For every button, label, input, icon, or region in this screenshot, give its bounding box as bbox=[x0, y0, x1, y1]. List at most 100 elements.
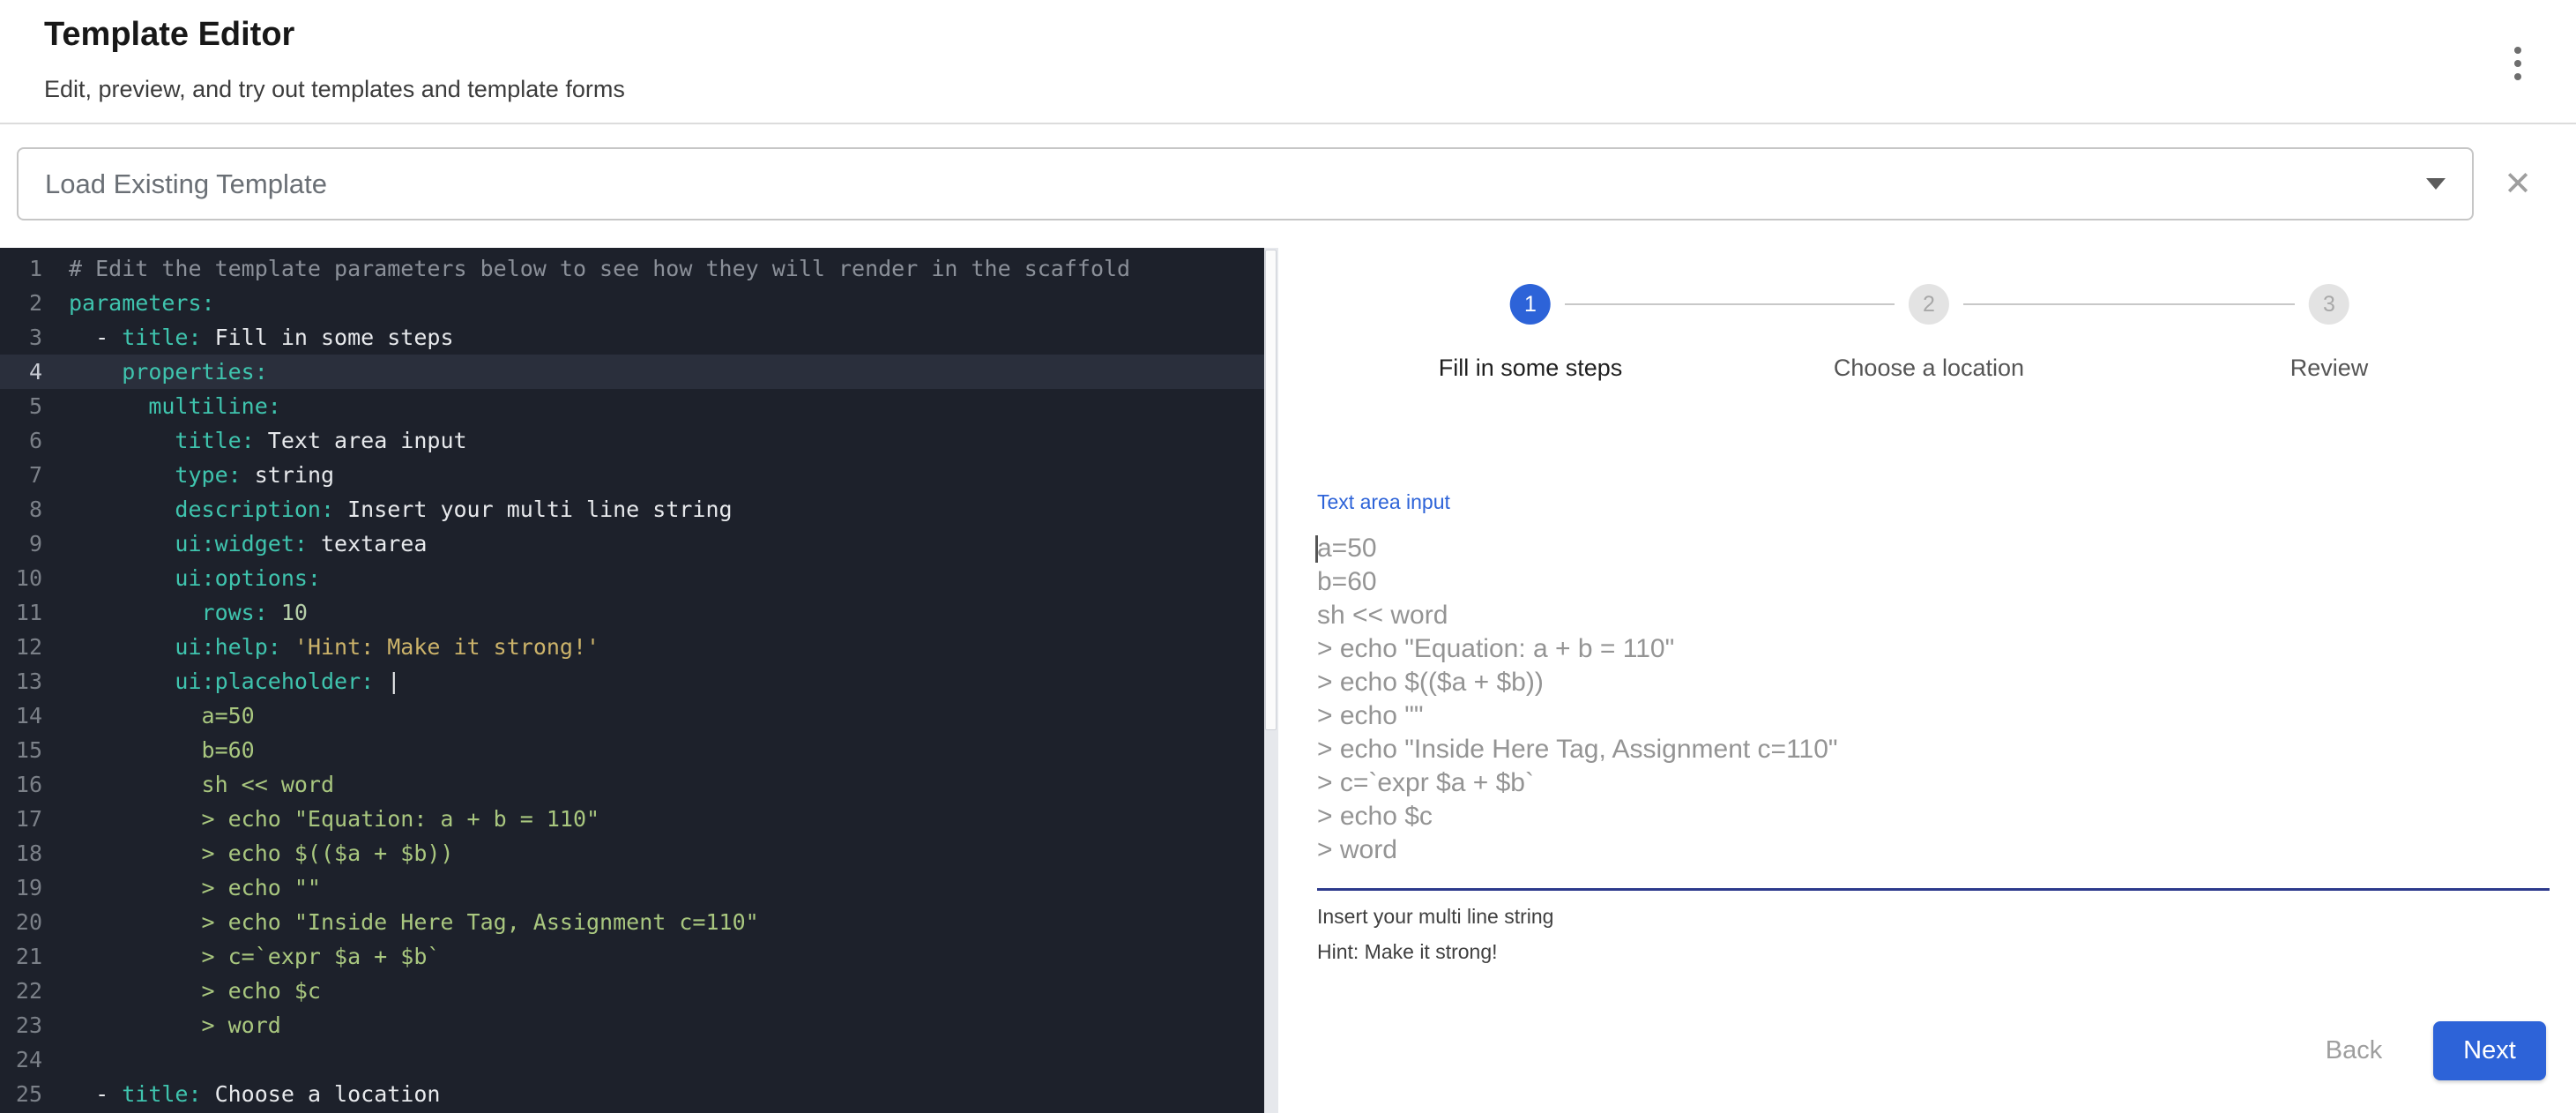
line-number: 16 bbox=[0, 767, 42, 802]
code-line: 20 > echo "Inside Here Tag, Assignment c… bbox=[0, 905, 1264, 939]
line-number: 2 bbox=[0, 286, 42, 320]
textarea-placeholder-line: > echo "Equation: a + b = 110" bbox=[1317, 632, 2550, 666]
editor-code: 1# Edit the template parameters below to… bbox=[0, 251, 1264, 1111]
line-number: 11 bbox=[0, 595, 42, 630]
line-number: 12 bbox=[0, 630, 42, 664]
code-line: 8 description: Insert your multi line st… bbox=[0, 492, 1264, 527]
code-text: sh << word bbox=[42, 767, 334, 802]
step-label: Review bbox=[2290, 355, 2369, 382]
code-line: 16 sh << word bbox=[0, 767, 1264, 802]
code-line: 10 ui:options: bbox=[0, 561, 1264, 595]
step-label: Choose a location bbox=[1834, 355, 2024, 382]
code-text: type: string bbox=[42, 458, 334, 492]
code-text bbox=[42, 1042, 69, 1077]
code-line: 6 title: Text area input bbox=[0, 423, 1264, 458]
code-text: b=60 bbox=[42, 733, 255, 767]
code-line: 17 > echo "Equation: a + b = 110" bbox=[0, 802, 1264, 836]
code-line: 12 ui:help: 'Hint: Make it strong!' bbox=[0, 630, 1264, 664]
stepper-step: 2 Choose a location bbox=[1834, 284, 2024, 382]
line-number: 10 bbox=[0, 561, 42, 595]
step-number-badge: 3 bbox=[2309, 284, 2349, 325]
code-text: > c=`expr $a + $b` bbox=[42, 939, 440, 974]
code-line: 7 type: string bbox=[0, 458, 1264, 492]
textarea-placeholder-line: > echo "Inside Here Tag, Assignment c=11… bbox=[1317, 733, 2550, 766]
editor-scrollbar bbox=[1264, 248, 1278, 1113]
textarea-placeholder-line: a=50 bbox=[1317, 532, 2550, 565]
code-line: 4 properties: bbox=[0, 355, 1264, 389]
editor-scrollbar-thumb[interactable] bbox=[1265, 250, 1277, 730]
back-button[interactable]: Back bbox=[2301, 1021, 2407, 1080]
line-number: 23 bbox=[0, 1008, 42, 1042]
line-number: 3 bbox=[0, 320, 42, 355]
code-line: 5 multiline: bbox=[0, 389, 1264, 423]
overflow-menu-icon[interactable] bbox=[2502, 37, 2534, 90]
stepper: 1Fill in some steps 2 Choose a location 3 Re… bbox=[1317, 284, 2548, 416]
textarea-placeholder-line: > echo $(($a + $b)) bbox=[1317, 666, 2550, 699]
stepper-step: 3 Review bbox=[2290, 284, 2369, 382]
line-number: 13 bbox=[0, 664, 42, 698]
code-text: multiline: bbox=[42, 389, 281, 423]
line-number: 9 bbox=[0, 527, 42, 561]
form-preview-pane: 1Fill in some steps 2 Choose a location 3 Re… bbox=[1278, 248, 2576, 1113]
textarea-placeholder-line: > echo "" bbox=[1317, 699, 2550, 733]
code-line: 11 rows: 10 bbox=[0, 595, 1264, 630]
field-hint: Hint: Make it strong! bbox=[1317, 940, 1498, 964]
code-line: 2parameters: bbox=[0, 286, 1264, 320]
textarea-placeholder-line: b=60 bbox=[1317, 565, 2550, 599]
code-text: title: Text area input bbox=[42, 423, 467, 458]
code-text: # Edit the template parameters below to … bbox=[42, 251, 1130, 286]
code-line: 13 ui:placeholder: | bbox=[0, 664, 1264, 698]
code-line: 21 > c=`expr $a + $b` bbox=[0, 939, 1264, 974]
line-number: 5 bbox=[0, 389, 42, 423]
code-line: 1# Edit the template parameters below to… bbox=[0, 251, 1264, 286]
textarea-focus-underline bbox=[1317, 888, 2550, 891]
line-number: 8 bbox=[0, 492, 42, 527]
line-number: 4 bbox=[0, 355, 42, 389]
line-number: 15 bbox=[0, 733, 42, 767]
close-icon[interactable]: ✕ bbox=[2497, 162, 2539, 205]
template-editor-page: Template Editor Edit, preview, and try o… bbox=[0, 0, 2576, 1113]
code-text: rows: 10 bbox=[42, 595, 308, 630]
chevron-down-icon bbox=[2426, 178, 2446, 190]
textarea-placeholder-line: sh << word bbox=[1317, 599, 2550, 632]
line-number: 1 bbox=[0, 251, 42, 286]
field-description: Insert your multi line string bbox=[1317, 905, 1553, 929]
yaml-editor[interactable]: 1# Edit the template parameters below to… bbox=[0, 248, 1264, 1113]
textarea-placeholder-line: > echo $c bbox=[1317, 800, 2550, 833]
code-text: description: Insert your multi line stri… bbox=[42, 492, 733, 527]
code-text: a=50 bbox=[42, 698, 255, 733]
line-number: 19 bbox=[0, 870, 42, 905]
line-number: 20 bbox=[0, 905, 42, 939]
code-line: 9 ui:widget: textarea bbox=[0, 527, 1264, 561]
code-line: 25 - title: Choose a location bbox=[0, 1077, 1264, 1111]
step-number-badge: 2 bbox=[1909, 284, 1949, 325]
code-text: parameters: bbox=[42, 286, 215, 320]
line-number: 17 bbox=[0, 802, 42, 836]
code-line: 24 bbox=[0, 1042, 1264, 1077]
code-text: > echo "" bbox=[42, 870, 321, 905]
step-label: Fill in some steps bbox=[1439, 355, 1623, 382]
page-title: Template Editor bbox=[44, 16, 294, 54]
code-text: ui:help: 'Hint: Make it strong!' bbox=[42, 630, 599, 664]
multiline-textarea[interactable]: a=50b=60sh << word> echo "Equation: a + … bbox=[1317, 532, 2550, 867]
text-cursor bbox=[1315, 535, 1318, 563]
next-button[interactable]: Next bbox=[2433, 1021, 2546, 1080]
code-text: > echo $c bbox=[42, 974, 321, 1008]
page-subtitle: Edit, preview, and try out templates and… bbox=[44, 76, 625, 103]
line-number: 24 bbox=[0, 1042, 42, 1077]
line-number: 22 bbox=[0, 974, 42, 1008]
textarea-field-label: Text area input bbox=[1317, 490, 1450, 514]
load-template-select-value: Load Existing Template bbox=[45, 168, 327, 200]
code-line: 19 > echo "" bbox=[0, 870, 1264, 905]
textarea-placeholder-line: > c=`expr $a + $b` bbox=[1317, 766, 2550, 800]
code-text: > echo "Inside Here Tag, Assignment c=11… bbox=[42, 905, 759, 939]
page-header: Template Editor Edit, preview, and try o… bbox=[0, 0, 2576, 124]
code-text: - title: Fill in some steps bbox=[42, 320, 454, 355]
code-text: > word bbox=[42, 1008, 281, 1042]
load-template-select[interactable]: Load Existing Template bbox=[17, 147, 2474, 220]
line-number: 14 bbox=[0, 698, 42, 733]
code-line: 23 > word bbox=[0, 1008, 1264, 1042]
stepper-step: 1Fill in some steps bbox=[1439, 284, 1623, 382]
code-line: 22 > echo $c bbox=[0, 974, 1264, 1008]
line-number: 21 bbox=[0, 939, 42, 974]
